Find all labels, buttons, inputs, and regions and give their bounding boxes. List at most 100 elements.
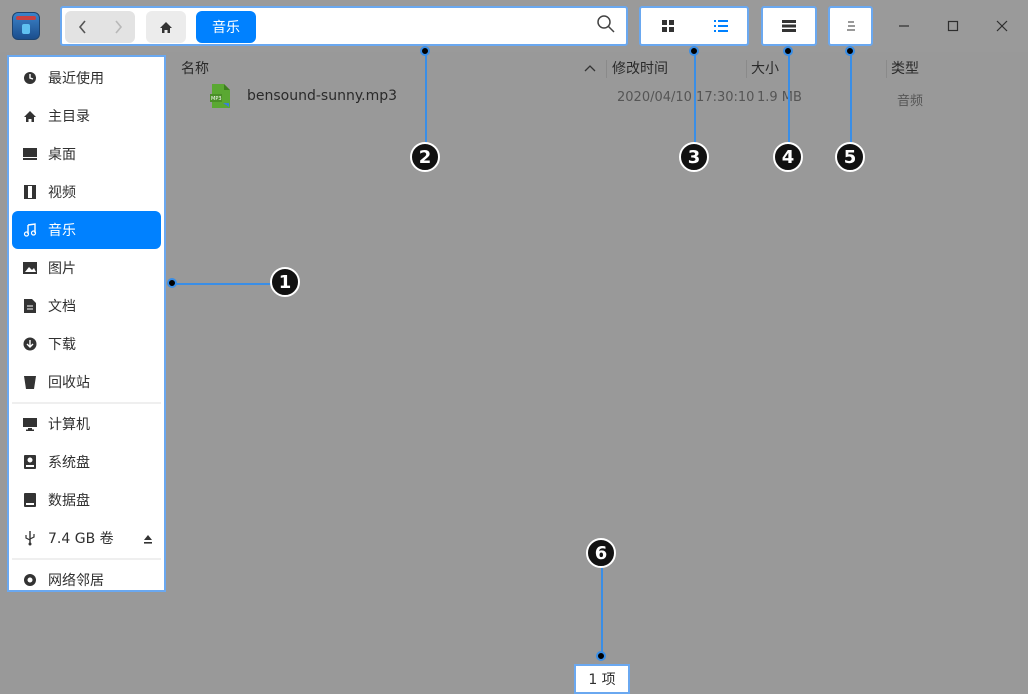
back-button[interactable]	[65, 11, 100, 43]
column-modified[interactable]: 修改时间	[612, 56, 668, 80]
system-disk-icon	[22, 454, 38, 470]
status-item-count: 1 项	[574, 664, 630, 694]
address-bar: 音乐	[60, 6, 628, 46]
sidebar-divider	[12, 558, 161, 560]
callout-badge-5: 5	[835, 142, 865, 172]
callout-line-3	[694, 52, 696, 144]
column-size-label: 大小	[751, 61, 779, 77]
sidebar-item-desktop[interactable]: 桌面	[12, 135, 161, 173]
list-view-button[interactable]	[694, 8, 747, 44]
sidebar-item-trash[interactable]: 回收站	[12, 363, 161, 401]
callout-dot-4	[783, 46, 793, 56]
detail-panel-icon	[782, 20, 796, 32]
callout-dot-6	[596, 651, 606, 661]
sidebar-item-label: 文档	[48, 299, 76, 315]
column-name[interactable]: 名称	[181, 56, 209, 80]
sidebar-item-data-disk[interactable]: 数据盘	[12, 481, 161, 519]
sidebar-item-computer[interactable]: 计算机	[12, 405, 161, 443]
column-divider[interactable]	[886, 60, 887, 78]
maximize-icon	[947, 20, 959, 32]
forward-button[interactable]	[100, 11, 135, 43]
column-header: 名称 修改时间 大小 类型	[178, 56, 1028, 80]
icon-view-button[interactable]	[641, 8, 694, 44]
sidebar-item-recent[interactable]: 最近使用	[12, 59, 161, 97]
column-size[interactable]: 大小	[751, 56, 779, 80]
sidebar-item-label: 最近使用	[48, 71, 104, 87]
file-type: 音频	[897, 94, 924, 109]
menu-icon	[846, 21, 855, 31]
close-button[interactable]	[984, 10, 1020, 42]
minimize-button[interactable]	[886, 10, 922, 42]
callout-dot-5	[845, 46, 855, 56]
video-icon	[22, 184, 38, 200]
list-view-icon	[713, 20, 728, 32]
sidebar-item-label: 网络邻居	[48, 573, 104, 589]
sidebar-item-label: 7.4 GB 卷	[48, 531, 114, 547]
navigation-buttons	[65, 11, 135, 43]
column-divider[interactable]	[606, 60, 607, 78]
sidebar-item-label: 下载	[48, 337, 76, 353]
sidebar: 最近使用 主目录 桌面 视频 音乐 图片 文档 下载 回收站 计算机 系统盘 数…	[7, 55, 166, 592]
disk-icon	[22, 492, 38, 508]
column-name-label: 名称	[181, 61, 209, 77]
column-modified-label: 修改时间	[612, 61, 668, 77]
sidebar-item-usb-volume[interactable]: 7.4 GB 卷	[12, 519, 161, 557]
chevron-right-icon	[114, 20, 122, 34]
table-row[interactable]: MP3 bensound-sunny.mp3 2020/04/10 17:30:…	[178, 82, 1028, 112]
sidebar-item-label: 图片	[48, 261, 76, 277]
callout-line-1	[175, 283, 271, 285]
sidebar-item-downloads[interactable]: 下载	[12, 325, 161, 363]
file-list-area: 名称 修改时间 大小 类型 MP3 bensound-sunny.mp3 202…	[178, 52, 1028, 694]
picture-icon	[22, 260, 38, 276]
file-manager-logo-icon	[12, 12, 40, 40]
view-mode-toggle	[639, 6, 749, 46]
title-bar: 音乐	[0, 0, 1028, 52]
sidebar-item-label: 系统盘	[48, 455, 90, 471]
callout-line-4	[788, 52, 790, 144]
file-name: bensound-sunny.mp3	[247, 88, 398, 104]
sidebar-item-label: 回收站	[48, 375, 90, 391]
sidebar-item-label: 数据盘	[48, 493, 90, 509]
sidebar-item-home[interactable]: 主目录	[12, 97, 161, 135]
audio-file-icon: MP3	[210, 84, 232, 108]
callout-line-5	[850, 52, 852, 144]
home-icon	[160, 21, 172, 33]
main-menu-button[interactable]	[828, 6, 873, 46]
sidebar-item-pictures[interactable]: 图片	[12, 249, 161, 287]
file-manager-window: 音乐 最近使用 主目录 桌面 视频 音乐 图片 文档 下载 回收站 计算机 系统…	[0, 0, 1028, 694]
detail-info-button[interactable]	[761, 6, 817, 46]
sidebar-item-label: 桌面	[48, 147, 76, 163]
sidebar-divider	[12, 402, 161, 404]
chevron-left-icon	[78, 20, 86, 34]
sidebar-item-documents[interactable]: 文档	[12, 287, 161, 325]
column-type-label: 类型	[891, 61, 919, 77]
sidebar-item-network[interactable]: 网络邻居	[12, 561, 161, 599]
svg-text:MP3: MP3	[211, 96, 222, 102]
minimize-icon	[899, 25, 909, 27]
column-type[interactable]: 类型	[891, 56, 919, 80]
document-icon	[22, 298, 38, 314]
sidebar-item-videos[interactable]: 视频	[12, 173, 161, 211]
home-icon	[22, 108, 38, 124]
sidebar-item-system-disk[interactable]: 系统盘	[12, 443, 161, 481]
sidebar-item-music[interactable]: 音乐	[12, 211, 161, 249]
breadcrumb-music[interactable]: 音乐	[196, 11, 256, 43]
sidebar-item-label: 主目录	[48, 109, 90, 125]
eject-icon	[144, 535, 152, 544]
clock-icon	[22, 70, 38, 86]
callout-dot-3	[689, 46, 699, 56]
sort-indicator[interactable]	[584, 56, 596, 80]
eject-button[interactable]	[143, 532, 153, 548]
column-divider[interactable]	[746, 60, 747, 78]
callout-line-2	[425, 52, 427, 144]
sidebar-item-label: 视频	[48, 185, 76, 201]
callout-dot-2	[420, 46, 430, 56]
maximize-button[interactable]	[935, 10, 971, 42]
callout-badge-6: 6	[586, 538, 616, 568]
home-button[interactable]	[146, 11, 186, 43]
search-button[interactable]	[596, 14, 618, 36]
desktop-icon	[22, 146, 38, 162]
callout-badge-2: 2	[410, 142, 440, 172]
file-modified: 2020/04/10 17:30:10	[617, 90, 755, 105]
callout-line-6	[601, 568, 603, 654]
